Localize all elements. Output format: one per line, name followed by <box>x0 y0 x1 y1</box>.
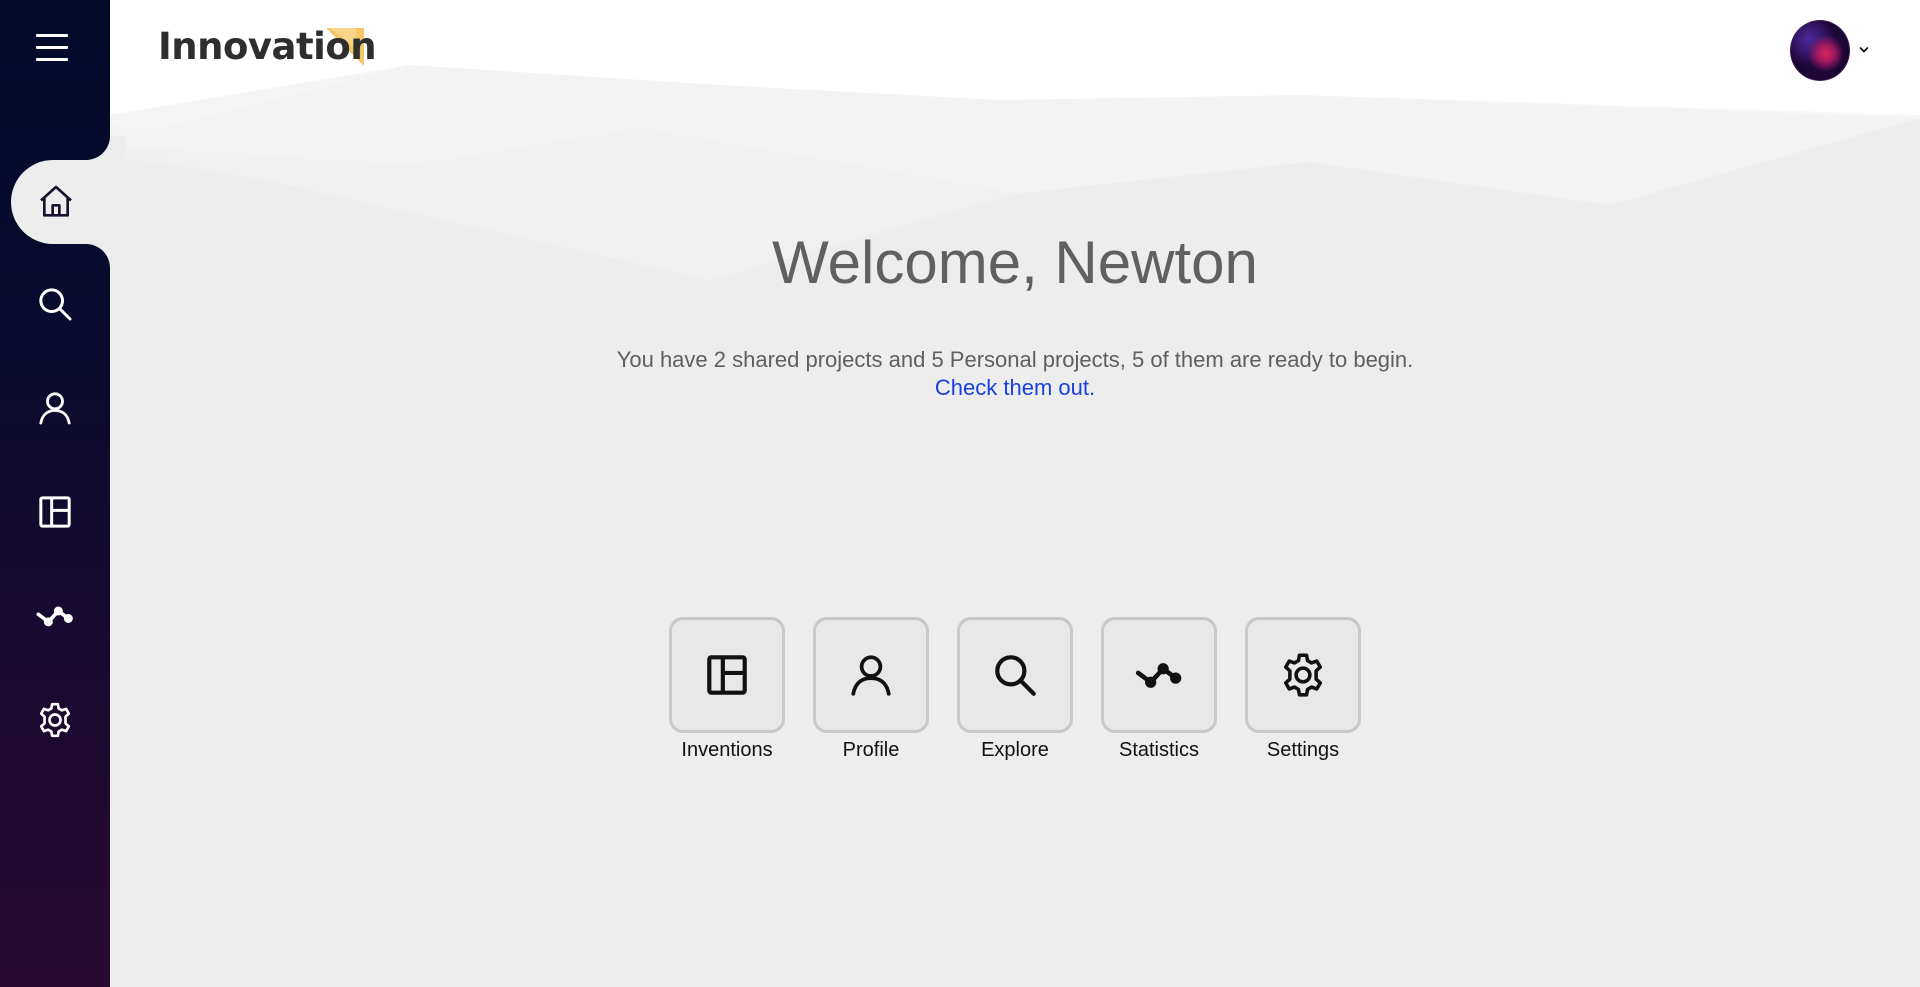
user-icon <box>851 655 891 696</box>
gear-icon <box>39 702 71 738</box>
sidebar-item-inventions[interactable] <box>0 470 110 554</box>
tile-inventions[interactable]: Inventions <box>669 617 785 762</box>
chevron-down-icon[interactable] <box>1858 44 1870 56</box>
app-window: Innovation Welcome, Newton You have 2 sh… <box>0 0 1920 987</box>
tile-label: Explore <box>981 739 1049 761</box>
tile-label: Inventions <box>681 739 773 761</box>
projects-summary: You have 2 shared projects and 5 Persona… <box>560 346 1470 402</box>
sidebar-item-settings[interactable] <box>0 678 110 762</box>
search-icon <box>995 655 1036 696</box>
tile-label: Statistics <box>1118 739 1200 761</box>
tile-label: Profile <box>842 739 900 761</box>
sidebar-item-statistics[interactable] <box>0 574 110 658</box>
chart-icon <box>1135 663 1182 688</box>
app-logo[interactable]: Innovation <box>158 22 377 72</box>
tile-label: Settings <box>1266 739 1340 761</box>
tile-explore-button[interactable] <box>957 617 1073 733</box>
sidebar-item-search[interactable] <box>0 262 110 346</box>
user-menu[interactable] <box>1790 19 1870 81</box>
home-icon <box>40 185 72 217</box>
background-mountains <box>0 0 1920 987</box>
chart-icon <box>36 606 73 627</box>
sidebar <box>0 0 110 987</box>
check-them-out-link[interactable]: Check them out. <box>935 375 1095 400</box>
tile-profile-button[interactable] <box>813 617 929 733</box>
sidebar-item-home[interactable] <box>11 160 110 244</box>
tile-settings[interactable]: Settings <box>1245 617 1361 762</box>
welcome-heading: Welcome, Newton <box>772 229 1258 296</box>
summary-text: You have 2 shared projects and 5 Persona… <box>616 347 1414 372</box>
hamburger-icon[interactable] <box>36 34 68 62</box>
tile-statistics[interactable]: Statistics <box>1101 617 1217 762</box>
user-icon <box>39 392 71 425</box>
gear-icon <box>1283 653 1323 697</box>
avatar[interactable] <box>1790 19 1851 81</box>
sidebar-item-profile[interactable] <box>0 366 110 450</box>
layout-icon <box>39 496 71 528</box>
search-icon <box>39 288 72 321</box>
tile-profile[interactable]: Profile <box>813 617 929 762</box>
tile-settings-button[interactable] <box>1245 617 1361 733</box>
tile-inventions-button[interactable] <box>669 617 785 733</box>
tile-statistics-button[interactable] <box>1101 617 1217 733</box>
tile-explore[interactable]: Explore <box>957 617 1073 762</box>
quick-links: Inventions Profile Explore Statistics Se… <box>669 617 1361 762</box>
layout-icon <box>707 655 747 695</box>
